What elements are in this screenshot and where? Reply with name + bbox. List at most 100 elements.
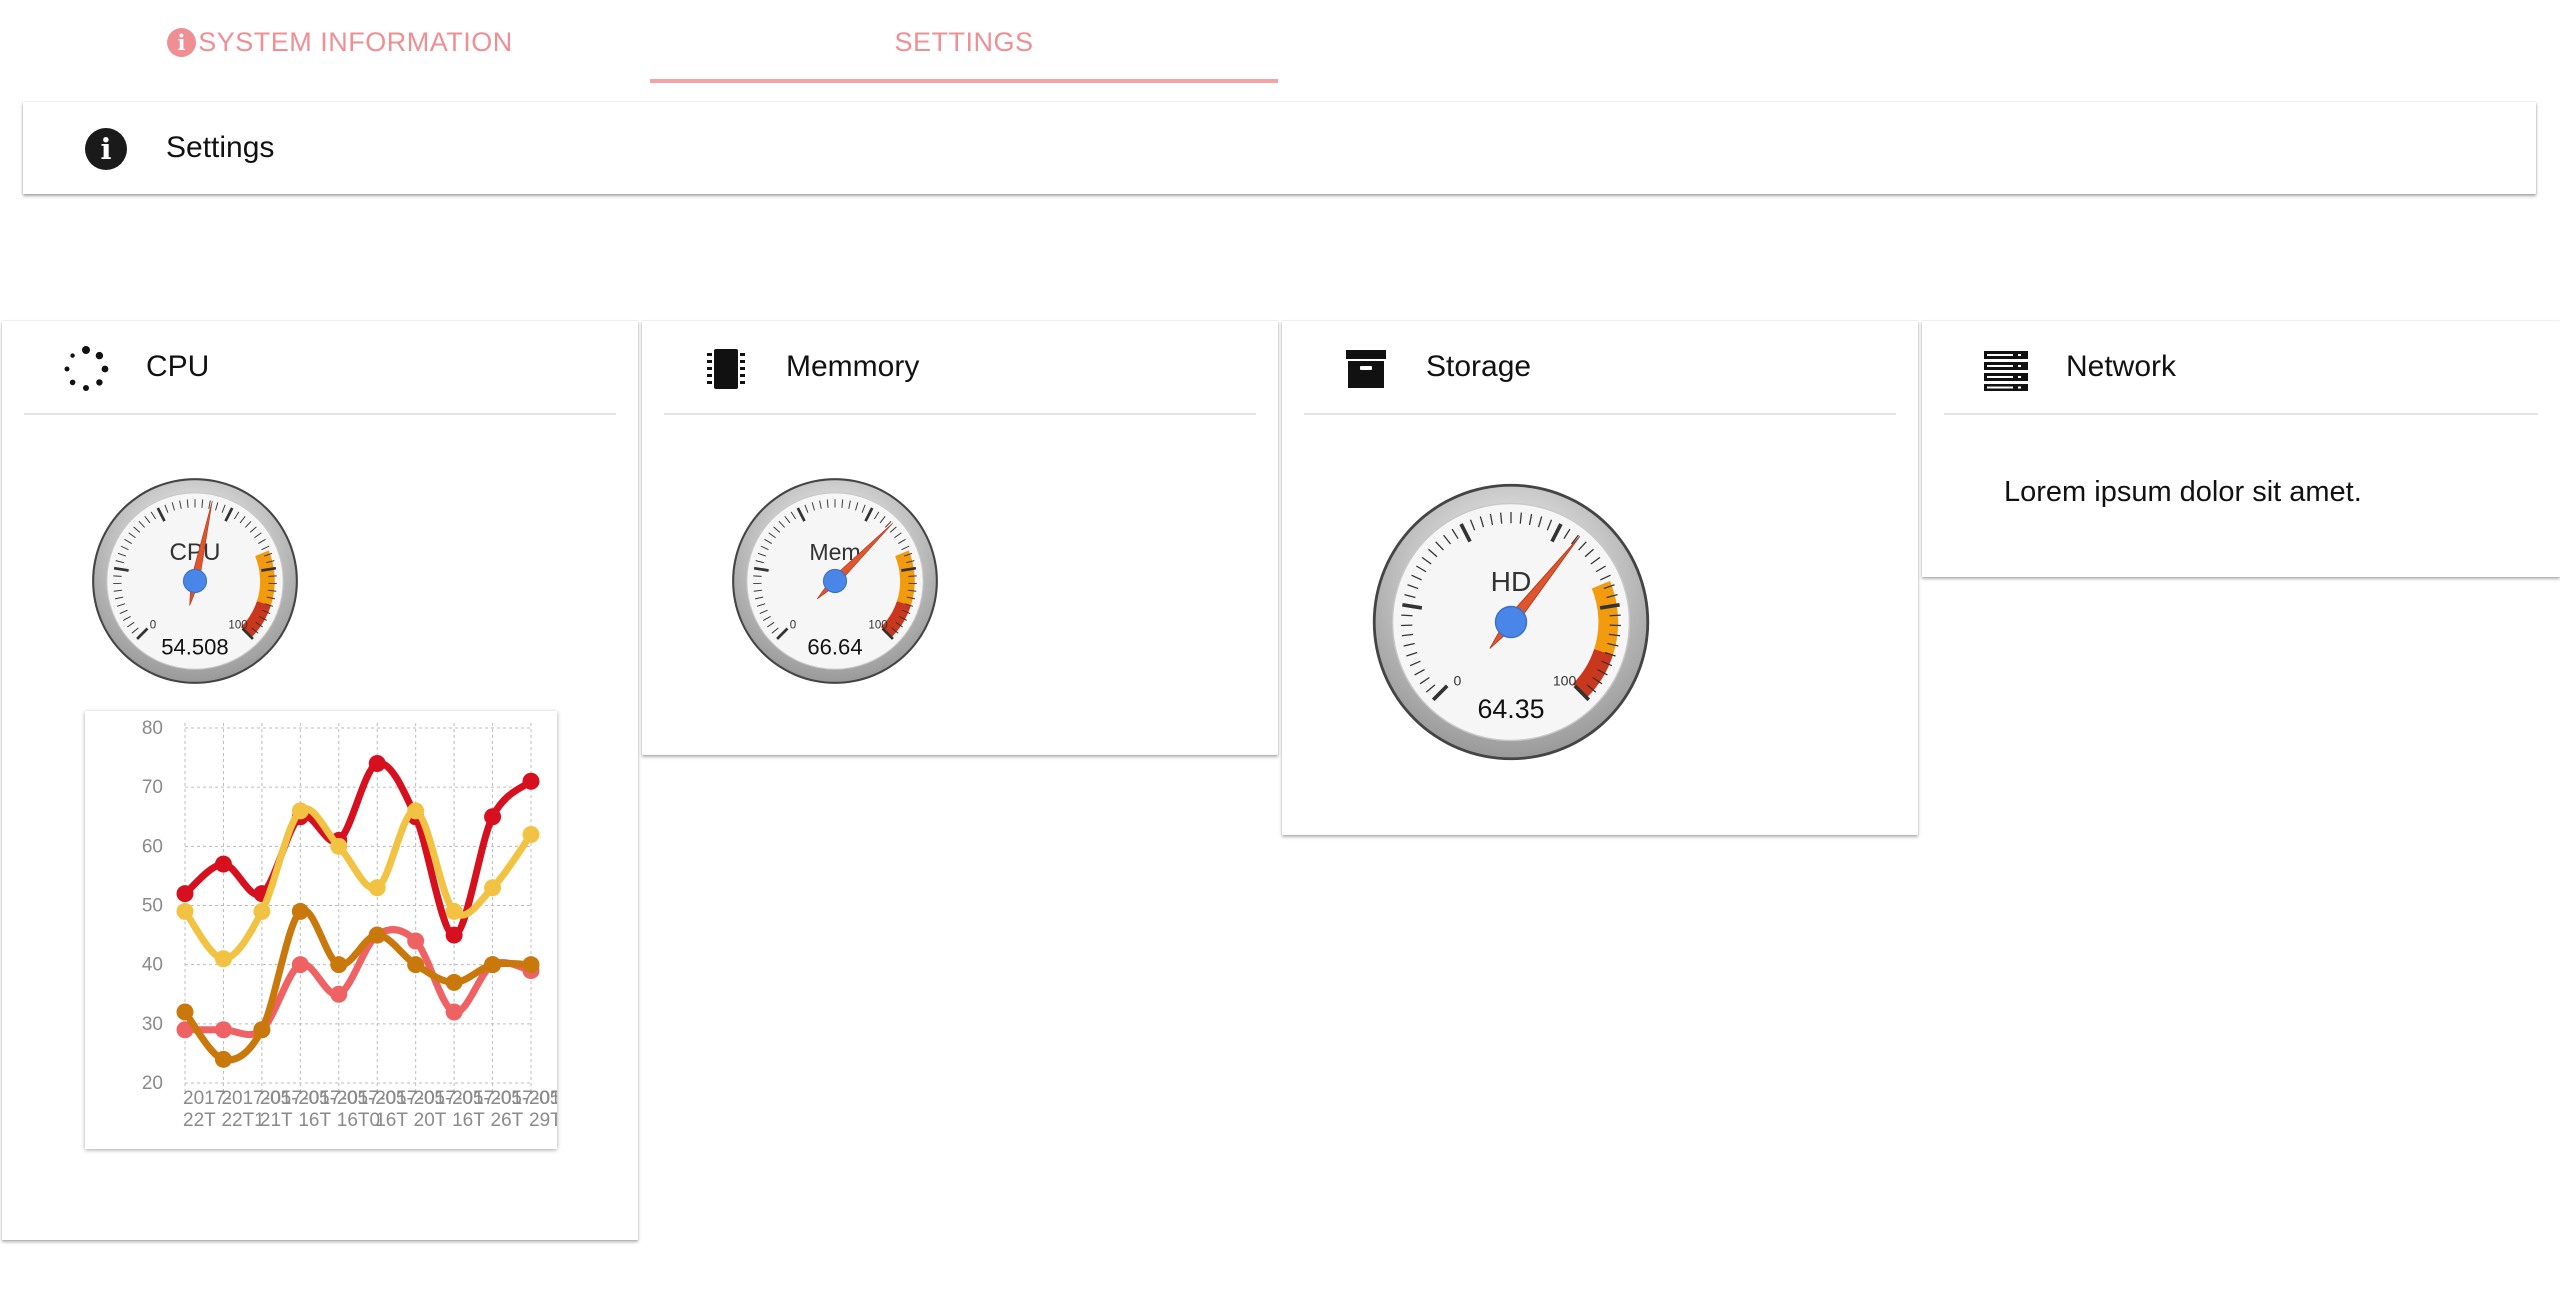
chart-data-point bbox=[445, 1003, 463, 1021]
chart-y-tick-label: 30 bbox=[142, 1014, 163, 1035]
memory-gauge: Mem 0 100 66.64 bbox=[732, 478, 938, 684]
cpu-card: CPU CPU 0 100 54.508 80 70 60 50 40 30 20 2017-… bbox=[2, 321, 638, 1240]
gauge-tick bbox=[908, 575, 917, 577]
memory-card: Memmory Mem 0 100 66.64 bbox=[642, 321, 1278, 755]
gauge-hub bbox=[1494, 605, 1528, 639]
chart-data-point bbox=[522, 826, 540, 843]
toolbar-title: Settings bbox=[166, 131, 275, 164]
gauge-tick bbox=[1401, 614, 1413, 617]
cpu-card-title: CPU bbox=[146, 350, 210, 383]
gauge-tick bbox=[268, 575, 277, 577]
chart-data-point bbox=[330, 837, 348, 855]
chart-data-point bbox=[253, 1021, 271, 1039]
storage-gauge: HD 0 100 64.35 bbox=[1372, 483, 1650, 761]
chart-series-line bbox=[181, 926, 535, 1039]
gauge-max-label: 100 bbox=[228, 619, 247, 631]
chart-data-point bbox=[407, 802, 425, 820]
server-rack-icon bbox=[1984, 351, 2028, 391]
chart-data-point bbox=[176, 902, 194, 920]
chart-series-line bbox=[181, 759, 535, 939]
tab-bar: i SYSTEM INFORMATION SETTINGS bbox=[0, 0, 2560, 86]
network-card: Network Lorem ipsum dolor sit amet. bbox=[1922, 321, 2560, 577]
spinner-dots-icon bbox=[64, 346, 109, 391]
chart-data-point bbox=[291, 802, 309, 820]
info-icon: i bbox=[85, 128, 127, 170]
memory-card-title: Memmory bbox=[786, 350, 920, 383]
chart-x-tick-label: 16T0 bbox=[337, 1110, 380, 1131]
gauge-max-label: 100 bbox=[868, 619, 887, 631]
archive-box-icon bbox=[1346, 350, 1386, 388]
network-card-title: Network bbox=[2066, 350, 2177, 383]
chart-data-point bbox=[368, 926, 386, 944]
chart-data-point bbox=[445, 902, 463, 920]
chart-data-point bbox=[176, 1003, 194, 1021]
gauge-value: 66.64 bbox=[807, 635, 862, 660]
chart-data-point bbox=[291, 902, 309, 920]
chart-x-tick-label: 29T bbox=[529, 1110, 557, 1131]
chart-data-point bbox=[484, 956, 502, 974]
chart-x-tick-label: 20T bbox=[414, 1110, 447, 1131]
tab-settings-label: SETTINGS bbox=[894, 26, 1034, 57]
gauge-hub bbox=[822, 568, 848, 594]
chart-y-tick-label: 70 bbox=[142, 777, 163, 798]
chart-data-point bbox=[214, 855, 232, 873]
chart-series-line bbox=[181, 805, 535, 963]
gauge-min-label: 0 bbox=[150, 619, 156, 631]
tab-system-information-label: SYSTEM INFORMATION bbox=[198, 26, 513, 57]
chart-data-point bbox=[484, 879, 502, 897]
chart-x-tick-label: 16T bbox=[375, 1110, 408, 1131]
tab-settings[interactable]: SETTINGS bbox=[650, 0, 1278, 84]
gauge-hub bbox=[182, 568, 208, 594]
chart-x-tick-label: 22T bbox=[183, 1110, 216, 1131]
gauge-tick bbox=[1609, 614, 1621, 617]
gauge-min-label: 0 bbox=[790, 619, 796, 631]
settings-toolbar: i Settings bbox=[23, 102, 2536, 194]
chart-y-tick-label: 40 bbox=[142, 955, 163, 976]
gauge-tick bbox=[753, 575, 762, 577]
gauge-value: 54.508 bbox=[161, 635, 228, 660]
chart-y-tick-label: 60 bbox=[142, 836, 163, 857]
chart-data-point bbox=[368, 755, 386, 772]
chart-data-point bbox=[176, 885, 194, 903]
chart-data-point bbox=[368, 879, 386, 897]
memory-card-header: Memmory bbox=[664, 321, 1256, 415]
chart-data-point bbox=[522, 772, 540, 790]
gauge-label: HD bbox=[1491, 565, 1532, 597]
gauge-tick bbox=[113, 575, 122, 577]
cpu-line-chart: 80 70 60 50 40 30 20 2017- 22T 2017-05- 22T1 2017-0… bbox=[85, 711, 627, 1149]
chart-y-tick-label: 50 bbox=[142, 896, 163, 917]
chart-data-point bbox=[291, 956, 309, 974]
chart-data-point bbox=[407, 932, 425, 950]
chart-data-point bbox=[330, 956, 348, 974]
chart-data-point bbox=[214, 950, 232, 968]
chart-y-tick-label: 20 bbox=[142, 1073, 163, 1094]
network-description: Lorem ipsum dolor sit amet. bbox=[2004, 476, 2362, 508]
chart-data-point bbox=[214, 1050, 232, 1068]
gauge-label: CPU bbox=[170, 539, 221, 566]
chart-x-tick-label: 2017-05- bbox=[529, 1088, 557, 1109]
chart-data-point bbox=[330, 985, 348, 1003]
gauge-min-label: 0 bbox=[1453, 672, 1461, 688]
active-tab-indicator bbox=[650, 79, 1278, 83]
chart-x-tick-label: 21T bbox=[260, 1110, 293, 1131]
chart-data-point bbox=[214, 1021, 232, 1039]
chart-data-point bbox=[445, 973, 463, 991]
chart-data-point bbox=[253, 902, 271, 920]
storage-card-header: Storage bbox=[1304, 321, 1896, 415]
chart-x-tick-label: 22T1 bbox=[221, 1110, 264, 1131]
chart-data-point bbox=[484, 808, 502, 826]
info-icon: i bbox=[167, 27, 197, 57]
chart-data-point bbox=[445, 926, 463, 944]
chart-x-tick-label: 26T bbox=[491, 1110, 524, 1131]
chart-data-point bbox=[522, 956, 540, 974]
chart-y-tick-label: 80 bbox=[142, 718, 163, 739]
gauge-value: 64.35 bbox=[1477, 694, 1544, 724]
network-card-header: Network bbox=[1944, 321, 2538, 415]
cpu-card-header: CPU bbox=[24, 321, 616, 415]
chart-x-tick-label: 16T bbox=[452, 1110, 485, 1131]
chart-x-tick-label: 16T bbox=[298, 1110, 331, 1131]
storage-card-title: Storage bbox=[1426, 350, 1532, 383]
memory-chip-icon bbox=[707, 349, 745, 389]
cpu-gauge: CPU 0 100 54.508 bbox=[92, 478, 298, 684]
tab-system-information[interactable]: i SYSTEM INFORMATION bbox=[130, 0, 550, 84]
